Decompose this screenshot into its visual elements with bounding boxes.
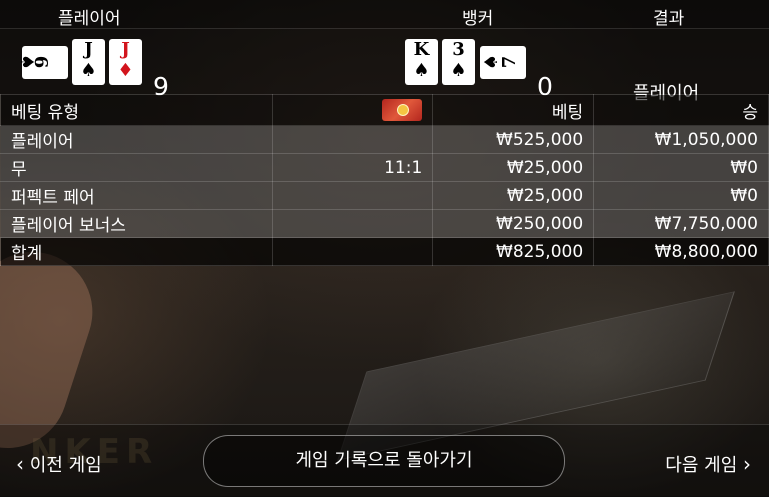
- table-total-row: 합계 ₩825,000 ₩8,800,000: [0, 237, 769, 266]
- banker-card-1: K ♠: [405, 39, 438, 85]
- table-header-row: 베팅 유형 베팅 승: [0, 94, 769, 126]
- next-game-button[interactable]: 다음 게임 ›: [665, 451, 751, 477]
- total-bet-cell: ₩825,000: [432, 237, 595, 266]
- col-win: 승: [593, 94, 769, 126]
- total-odds-cell: [271, 237, 434, 266]
- back-to-history-button[interactable]: 게임 기록으로 돌아가기: [203, 435, 565, 487]
- odds-cell: [271, 181, 434, 210]
- win-amount-cell: ₩7,750,000: [593, 209, 769, 238]
- bet-amount-cell: ₩25,000: [432, 181, 595, 210]
- result-heading: 결과: [653, 9, 685, 29]
- bet-type-cell: 플레이어: [0, 125, 273, 154]
- bet-table: 베팅 유형 베팅 승 플레이어 ₩525,000 ₩1,050,000 무 11…: [0, 94, 769, 266]
- bet-amount-cell: ₩25,000: [432, 153, 595, 182]
- col-bet-type: 베팅 유형: [0, 94, 273, 126]
- bet-type-cell: 퍼펙트 페어: [0, 181, 273, 210]
- banker-card-2: 3 ♠: [442, 39, 475, 85]
- player-heading: 플레이어: [58, 9, 121, 29]
- odds-cell: [271, 125, 434, 154]
- odds-cell: [271, 209, 434, 238]
- total-label: 합계: [0, 237, 273, 266]
- previous-game-label: 이전 게임: [29, 455, 102, 476]
- table-row: 무 11:1 ₩25,000 ₩0: [0, 153, 769, 182]
- previous-game-button[interactable]: ‹ 이전 게임: [16, 451, 102, 477]
- chevron-left-icon: ‹: [16, 452, 24, 476]
- win-amount-cell: ₩0: [593, 181, 769, 210]
- col-odds: [271, 94, 434, 126]
- total-win-cell: ₩8,800,000: [593, 237, 769, 266]
- banker-heading: 뱅커: [462, 9, 494, 29]
- odds-cell: 11:1: [271, 153, 434, 182]
- player-card-3: J ♦: [109, 39, 142, 85]
- table-row: 퍼펙트 페어 ₩25,000 ₩0: [0, 181, 769, 210]
- win-amount-cell: ₩0: [593, 153, 769, 182]
- chip-icon: [382, 99, 423, 121]
- table-row: 플레이어 ₩525,000 ₩1,050,000: [0, 125, 769, 154]
- chevron-right-icon: ›: [743, 452, 751, 476]
- bet-amount-cell: ₩250,000: [432, 209, 595, 238]
- result-header: 플레이어 뱅커 결과: [0, 0, 769, 29]
- bet-type-cell: 플레이어 보너스: [0, 209, 273, 238]
- next-game-label: 다음 게임: [665, 455, 738, 476]
- col-bet: 베팅: [432, 94, 595, 126]
- footer-nav: ‹ 이전 게임 게임 기록으로 돌아가기 다음 게임 ›: [0, 424, 769, 497]
- win-amount-cell: ₩1,050,000: [593, 125, 769, 154]
- banker-card-3: 7 ♠: [480, 46, 526, 79]
- player-card-2: J ♠: [72, 39, 105, 85]
- player-card-1: 6 ♠: [16, 46, 68, 79]
- bet-type-cell: 무: [0, 153, 273, 182]
- table-row: 플레이어 보너스 ₩250,000 ₩7,750,000: [0, 209, 769, 238]
- bet-amount-cell: ₩525,000: [432, 125, 595, 154]
- cards-row: 6 ♠ J ♠ J ♦ 9 K ♠ 3 ♠ 7 ♠ 0 플레이어: [0, 28, 769, 104]
